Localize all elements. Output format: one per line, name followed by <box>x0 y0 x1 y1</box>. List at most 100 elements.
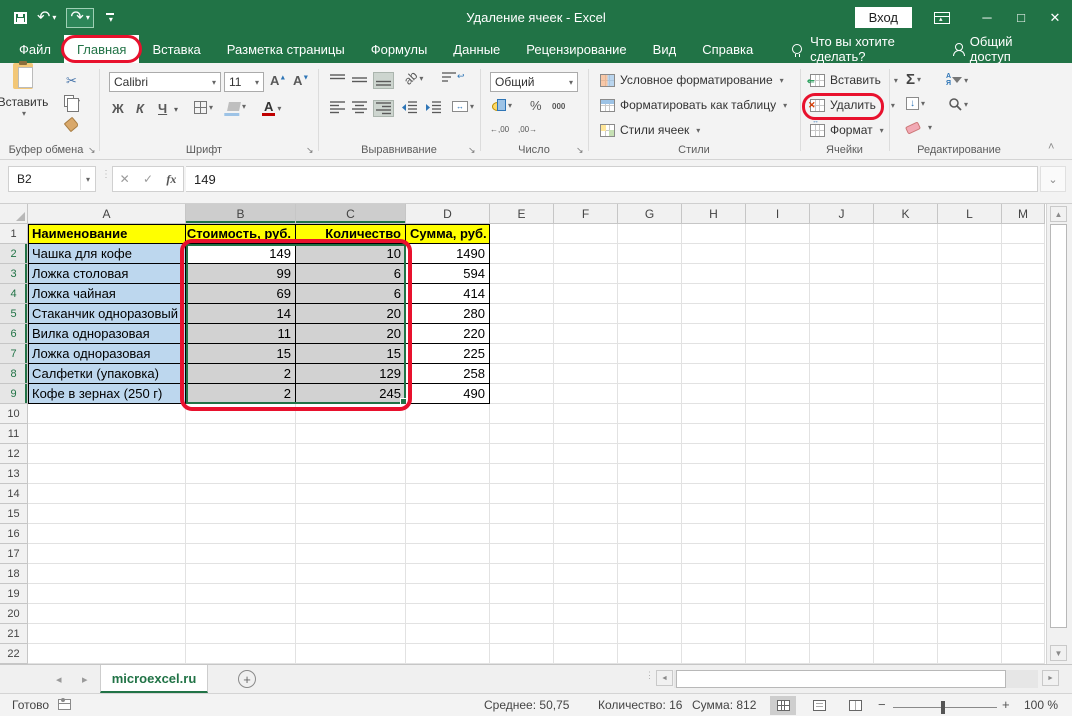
cell-I21[interactable] <box>746 624 810 644</box>
row-header-12[interactable]: 12 <box>0 444 28 464</box>
cell-G6[interactable] <box>618 324 682 344</box>
tab-1-active[interactable]: Главная <box>64 35 139 63</box>
cell-B6[interactable]: 11 <box>186 324 296 344</box>
cell-J6[interactable] <box>810 324 874 344</box>
cell-K14[interactable] <box>874 484 938 504</box>
cell-M6[interactable] <box>1002 324 1045 344</box>
cell-F15[interactable] <box>554 504 618 524</box>
cell-J15[interactable] <box>810 504 874 524</box>
cell-I20[interactable] <box>746 604 810 624</box>
cell-A16[interactable] <box>28 524 186 544</box>
cell-K16[interactable] <box>874 524 938 544</box>
cell-M17[interactable] <box>1002 544 1045 564</box>
cell-F21[interactable] <box>554 624 618 644</box>
cell-E13[interactable] <box>490 464 554 484</box>
cell-A19[interactable] <box>28 584 186 604</box>
column-header-F[interactable]: F <box>554 204 618 224</box>
cell-B21[interactable] <box>186 624 296 644</box>
cell-B17[interactable] <box>186 544 296 564</box>
cell-B5[interactable]: 14 <box>186 304 296 324</box>
cell-M20[interactable] <box>1002 604 1045 624</box>
cell-B12[interactable] <box>186 444 296 464</box>
cell-B13[interactable] <box>186 464 296 484</box>
cell-A11[interactable] <box>28 424 186 444</box>
close-button[interactable]: ✕ <box>1038 0 1072 35</box>
redo-button[interactable]: ↷▾ <box>66 8 93 28</box>
cell-L2[interactable] <box>938 244 1002 264</box>
cell-K21[interactable] <box>874 624 938 644</box>
cell-C10[interactable] <box>296 404 406 424</box>
cell-G12[interactable] <box>618 444 682 464</box>
formula-bar-splitter[interactable]: ⋮ <box>101 172 111 177</box>
cell-L3[interactable] <box>938 264 1002 284</box>
cell-B22[interactable] <box>186 644 296 664</box>
cell-G17[interactable] <box>618 544 682 564</box>
cell-I18[interactable] <box>746 564 810 584</box>
cell-G21[interactable] <box>618 624 682 644</box>
cell-C16[interactable] <box>296 524 406 544</box>
bold-button[interactable]: Ж <box>112 101 124 116</box>
zoom-in-button[interactable]: + <box>1002 697 1010 712</box>
grow-font-button[interactable]: А▲ <box>270 73 286 88</box>
macro-record-icon[interactable] <box>58 699 71 710</box>
cell-E19[interactable] <box>490 584 554 604</box>
cell-E6[interactable] <box>490 324 554 344</box>
cell-B3[interactable]: 99 <box>186 264 296 284</box>
cell-H13[interactable] <box>682 464 746 484</box>
column-header-K[interactable]: K <box>874 204 938 224</box>
tab-5[interactable]: Данные <box>440 35 513 63</box>
zoom-slider-handle[interactable] <box>941 701 945 714</box>
fill-button[interactable]: ↓▾ <box>906 97 925 110</box>
cell-L18[interactable] <box>938 564 1002 584</box>
comma-style-button[interactable]: 000 <box>552 102 565 111</box>
cell-F5[interactable] <box>554 304 618 324</box>
cell-D7[interactable]: 225 <box>406 344 490 364</box>
cell-J16[interactable] <box>810 524 874 544</box>
scroll-left-button[interactable]: ◄ <box>656 670 673 686</box>
column-header-A[interactable]: A <box>28 204 186 224</box>
fill-color-button[interactable]: ▾ <box>228 102 246 111</box>
cell-C6[interactable]: 20 <box>296 324 406 344</box>
cell-C15[interactable] <box>296 504 406 524</box>
row-header-10[interactable]: 10 <box>0 404 28 424</box>
cell-H4[interactable] <box>682 284 746 304</box>
cell-J1[interactable] <box>810 224 874 244</box>
find-select-button[interactable]: ▾ <box>948 97 968 111</box>
cell-I12[interactable] <box>746 444 810 464</box>
cell-E2[interactable] <box>490 244 554 264</box>
cell-E10[interactable] <box>490 404 554 424</box>
cell-M13[interactable] <box>1002 464 1045 484</box>
cell-H15[interactable] <box>682 504 746 524</box>
cell-I5[interactable] <box>746 304 810 324</box>
cell-M9[interactable] <box>1002 384 1045 404</box>
copy-button[interactable]: ▾ <box>64 95 80 107</box>
cell-I19[interactable] <box>746 584 810 604</box>
cell-J7[interactable] <box>810 344 874 364</box>
row-header-14[interactable]: 14 <box>0 484 28 504</box>
cell-K12[interactable] <box>874 444 938 464</box>
cell-M4[interactable] <box>1002 284 1045 304</box>
column-header-C[interactable]: C <box>296 204 406 224</box>
cell-B8[interactable]: 2 <box>186 364 296 384</box>
number-dialog-launcher[interactable]: ↘ <box>576 146 584 155</box>
underline-dropdown[interactable]: ▾ <box>174 105 178 114</box>
cell-H14[interactable] <box>682 484 746 504</box>
select-all-corner[interactable] <box>0 204 28 224</box>
tab-scroll-splitter[interactable]: ⋮ <box>645 673 654 677</box>
cell-K3[interactable] <box>874 264 938 284</box>
cell-L15[interactable] <box>938 504 1002 524</box>
cell-M16[interactable] <box>1002 524 1045 544</box>
cell-B20[interactable] <box>186 604 296 624</box>
column-header-J[interactable]: J <box>810 204 874 224</box>
tab-2[interactable]: Вставка <box>139 35 213 63</box>
cell-H10[interactable] <box>682 404 746 424</box>
cell-D12[interactable] <box>406 444 490 464</box>
tab-3[interactable]: Разметка страницы <box>214 35 358 63</box>
name-box[interactable]: B2▾ <box>8 166 96 192</box>
align-top-button[interactable] <box>330 73 345 86</box>
cell-I17[interactable] <box>746 544 810 564</box>
cell-J11[interactable] <box>810 424 874 444</box>
cell-A8[interactable]: Салфетки (упаковка) <box>28 364 186 384</box>
cell-F20[interactable] <box>554 604 618 624</box>
align-bottom-button[interactable] <box>374 73 393 88</box>
